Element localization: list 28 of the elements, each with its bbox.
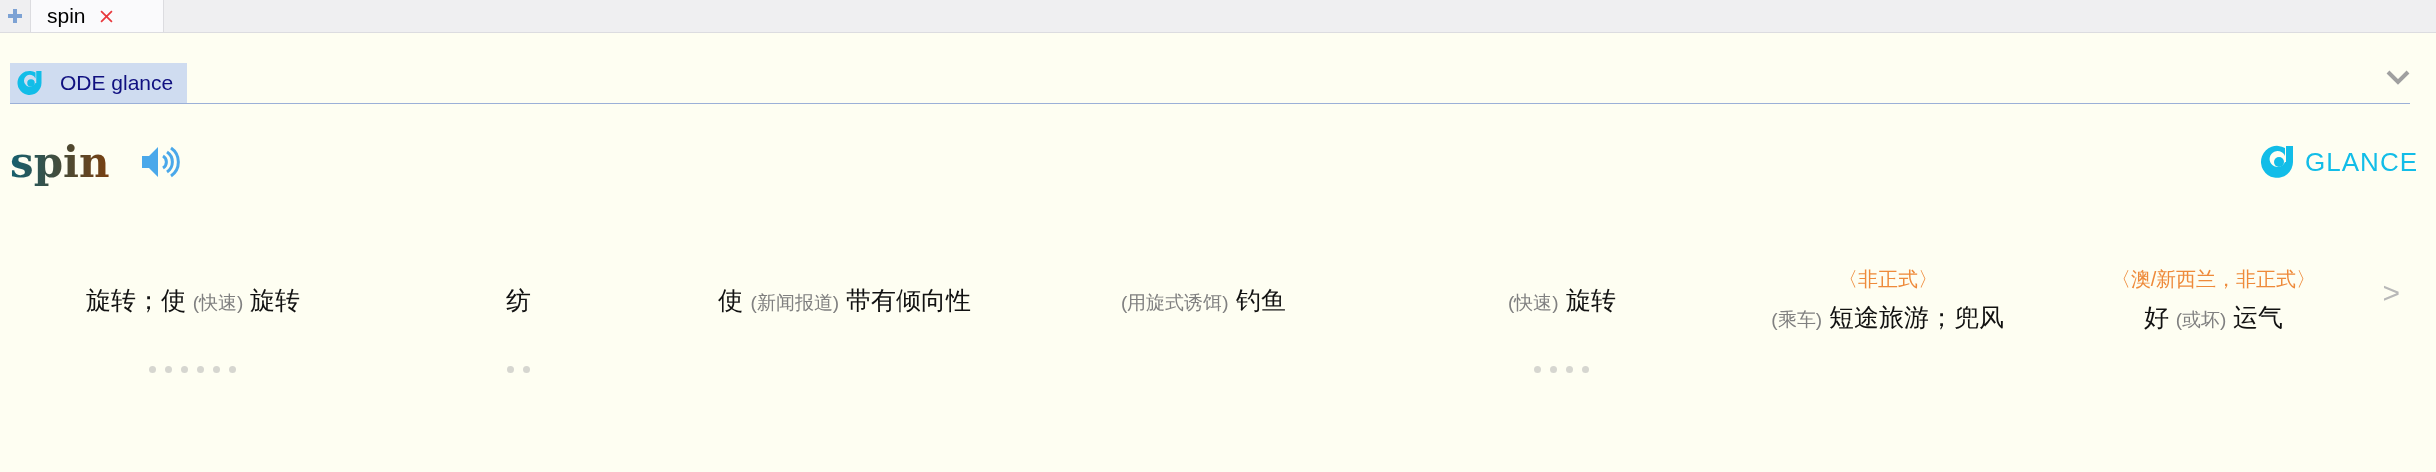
pager-dot[interactable] [165,366,173,373]
sense-translation[interactable]: 使 (新闻报道) 带有倾向性 [718,283,972,317]
brand-name: GLANCE [2305,146,2418,178]
register-label: 〈非正式〉 [1837,267,1938,292]
pager-dot[interactable] [523,366,531,373]
register-label: 〈澳/新西兰，非正式〉 [2110,267,2317,292]
pager-dot[interactable] [197,366,205,373]
tab[interactable]: spin [30,0,164,32]
plus-icon[interactable] [7,8,23,24]
pager-dot[interactable] [1566,366,1574,373]
close-icon[interactable] [99,9,113,23]
sense-translation[interactable]: (乘车) 短途旅游；兜风 [1771,301,2004,334]
speaker-icon[interactable] [139,144,180,180]
chevron-down-icon[interactable] [2386,69,2410,85]
sense-translation[interactable]: (快速) 旋转 [1507,283,1616,317]
pager-dot[interactable] [1582,366,1590,373]
sense-translation[interactable]: 好 (或坏) 运气 [2143,301,2284,334]
sense-translation[interactable]: 旋转；使 (快速) 旋转 [85,283,301,317]
pager-dot[interactable] [507,366,515,373]
pager-dot[interactable] [229,366,237,373]
sense-translation[interactable]: (用旋式诱饵) 钓鱼 [1120,283,1286,317]
pager-dot[interactable] [1550,366,1558,373]
sense-translation[interactable]: 纺 [506,283,532,317]
pager-dot[interactable] [181,366,189,373]
pager-dot[interactable] [1534,366,1542,373]
pager-dot[interactable] [213,366,221,373]
section-header[interactable]: ODE glance [10,63,188,103]
pager-dot[interactable] [149,366,157,373]
